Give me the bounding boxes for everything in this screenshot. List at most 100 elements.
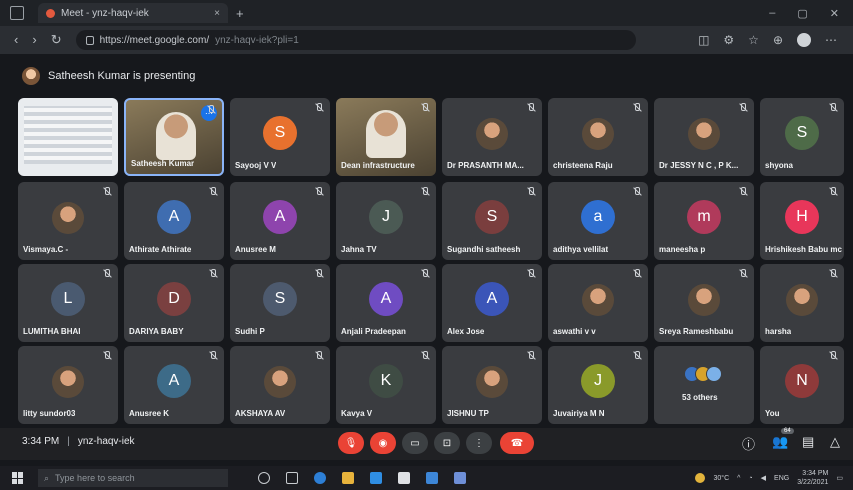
mic-muted-icon [421,269,429,279]
network-icon[interactable]: ◔ [748,475,752,482]
captions-icon: ▭ [410,437,420,449]
more-vert-icon: ⋮ [474,437,484,449]
participant-name: Athirate Athirate [129,245,192,254]
participant-name: Sayooj V V [235,161,277,170]
participant-tile[interactable]: A Anusree K [124,346,224,424]
mic-muted-icon [207,105,215,115]
mic-muted-icon [103,269,111,279]
participant-tile[interactable]: S Sugandhi satheesh [442,182,542,260]
participant-name: maneesha p [659,245,706,254]
participant-name: Kavya V [341,409,373,418]
taskbar-clock[interactable]: 3:34 PM 3/22/2021 [797,469,828,487]
participant-tile[interactable]: A Alex Jose [442,264,542,342]
participant-tile[interactable]: S Sayooj V V [230,98,330,176]
participant-tile[interactable]: harsha [760,264,844,342]
mail-icon[interactable] [370,472,382,484]
participant-tile[interactable]: 53 others [654,346,754,424]
participant-tile[interactable]: christeena Raju [548,98,648,176]
dropbox-icon[interactable] [426,472,438,484]
participant-name: You [765,409,780,418]
meeting-time: 3:34 PM [22,436,60,447]
weather-icon[interactable] [695,473,706,483]
tray-chevron-icon[interactable]: ^ [737,475,740,482]
participant-tile[interactable]: Sreya Rameshbabu [654,264,754,342]
leave-call-button[interactable]: ☎ [500,432,534,454]
participant-tile[interactable]: Dr JESSY N C , P K... [654,98,754,176]
participant-name: christeena Raju [553,161,613,170]
participant-tile[interactable]: N You [760,346,844,424]
mic-muted-icon [421,351,429,361]
taskbar-search[interactable]: ⌕ Type here to search [38,469,228,487]
mic-muted-icon [829,351,837,361]
initial-avatar: a [581,200,615,234]
participant-tile[interactable]: S Sudhi P [230,264,330,342]
participant-tile[interactable]: J Jahna TV [336,182,436,260]
task-view-icon[interactable] [286,472,298,484]
participant-tile[interactable]: Sshyona [760,98,844,176]
participant-tile[interactable]: Dean infrastructure [336,98,436,176]
participant-tile[interactable]: A Anjali Pradeepan [336,264,436,342]
participant-tile[interactable]: JISHNU TP [442,346,542,424]
participant-tile[interactable]: A Anusree M [230,182,330,260]
initial-avatar: S [263,282,297,316]
participant-name: Juvairiya M N [553,409,605,418]
participant-name: DARIYA BABY [129,327,184,336]
mic-muted-icon [421,187,429,197]
participant-tile[interactable]: D DARIYA BABY [124,264,224,342]
start-icon[interactable] [12,472,24,484]
participant-tile[interactable]: K Kavya V [336,346,436,424]
initial-avatar: S [263,116,297,150]
participant-tile[interactable]: litty sundor03 [18,346,118,424]
participant-name: Satheesh Kumar [131,159,195,168]
video-feed [366,110,406,158]
participant-tile[interactable]: a adithya vellilat [548,182,648,260]
participant-tile[interactable]: Dr PRASANTH MA... [442,98,542,176]
mic-muted-icon [315,269,323,279]
initial-avatar: S [785,116,819,150]
initial-avatar: A [263,200,297,234]
participant-tile[interactable]: A Athirate Athirate [124,182,224,260]
chat-icon[interactable]: ▤ [802,434,814,450]
more-options-button[interactable]: ⋮ [466,432,492,454]
camera-off-icon: ◉ [378,437,388,449]
app-icon[interactable] [454,472,466,484]
participant-tile[interactable] [18,98,118,176]
participant-tile[interactable]: ⋯ Satheesh Kumar [124,98,224,176]
participant-name: adithya vellilat [553,245,609,254]
participant-name: Alex Jose [447,327,485,336]
participant-tile[interactable]: L LUMITHA BHAI [18,264,118,342]
activities-icon[interactable]: △ [830,434,840,450]
profile-photo [476,118,508,150]
participant-name: JISHNU TP [447,409,489,418]
video-feed [156,112,196,160]
edge-icon[interactable] [314,472,326,484]
profile-photo [52,366,84,398]
profile-photo [52,202,84,234]
meeting-details-icon[interactable]: ⓘ [742,434,755,453]
amazon-icon[interactable] [398,472,410,484]
captions-button[interactable]: ▭ [402,432,428,454]
camera-toggle-button[interactable]: ◉ [370,432,396,454]
notification-icon[interactable]: ▭ [836,474,843,482]
mic-muted-icon [633,269,641,279]
people-icon[interactable]: 👥 [772,434,788,450]
participant-tile[interactable]: H Hrishikesh Babu mc [760,182,844,260]
file-explorer-icon[interactable] [342,472,354,484]
language-label[interactable]: ENG [774,475,789,482]
participant-tile[interactable]: J Juvairiya M N [548,346,648,424]
volume-icon[interactable]: ◀ [761,474,766,482]
present-now-button[interactable]: ⊡ [434,432,460,454]
meeting-info: 3:34 PM | ynz-haqv-iek [22,436,135,447]
participant-tile[interactable]: AKSHAYA AV [230,346,330,424]
participant-tile[interactable]: Vismaya.C - [18,182,118,260]
system-tray: 30°C ^ ◔ ◀ ENG 3:34 PM 3/22/2021 ▭ [695,469,843,487]
profile-photo [582,284,614,316]
initial-avatar: L [51,282,85,316]
mic-toggle-button[interactable]: 🎙 [338,432,364,454]
mic-muted-icon [209,187,217,197]
participant-tile[interactable]: aswathi v v [548,264,648,342]
cortana-icon[interactable] [258,472,270,484]
participant-tile[interactable]: m maneesha p [654,182,754,260]
participant-grid: ⋯ Satheesh Kumar S Sayooj V V Dean infrastru… [0,0,853,490]
mic-muted-icon [527,187,535,197]
